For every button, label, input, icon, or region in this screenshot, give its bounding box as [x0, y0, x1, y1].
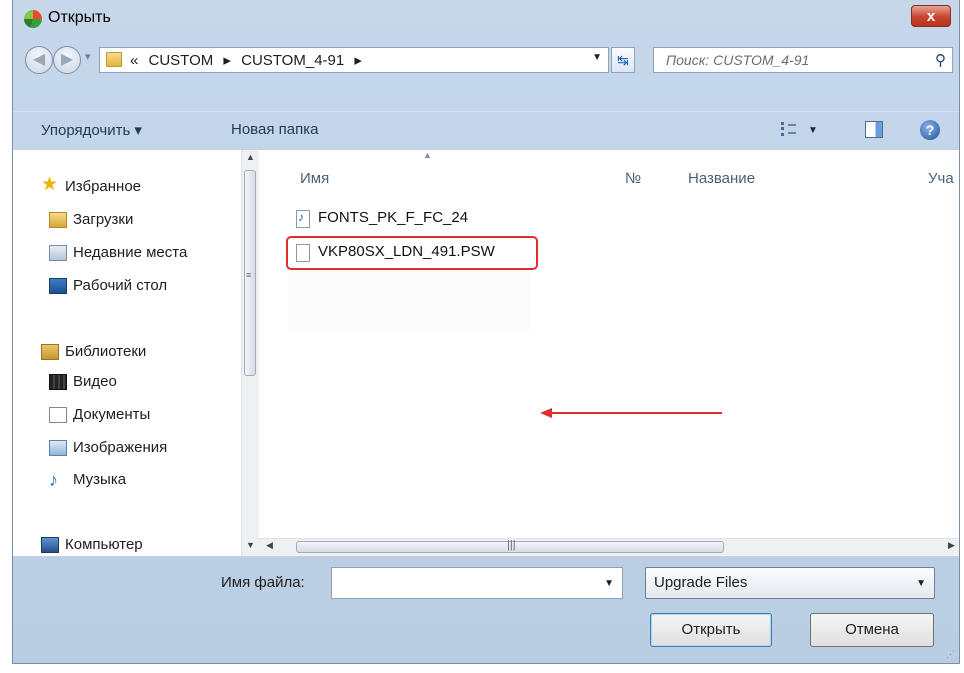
star-icon: ★ [41, 174, 59, 195]
scroll-thumb[interactable]: ||| [296, 539, 724, 553]
views-icon[interactable] [781, 122, 796, 136]
breadcrumb-item-custom-4-91[interactable]: CUSTOM_4-91 [241, 52, 344, 69]
nav-label: Рабочий стол [73, 277, 168, 294]
desktop-icon [49, 278, 67, 294]
nav-label: Музыка [73, 471, 127, 488]
chevron-down-icon: ▼ [916, 578, 926, 589]
highlight-box [286, 236, 538, 270]
resize-grip-icon[interactable]: ⋰ [946, 649, 955, 660]
column-header-title[interactable]: Название [688, 170, 755, 187]
command-toolbar: Упорядочить ▾ Новая папка ▼ ? [13, 111, 959, 150]
sort-ascending-icon: ▲ [423, 150, 432, 160]
search-input[interactable]: Поиск: CUSTOM_4-91 ⚲ [653, 47, 953, 73]
recent-pages-dropdown[interactable]: ▾ [85, 50, 91, 63]
breadcrumb-separator[interactable]: ▸ [354, 52, 362, 69]
file-name: FONTS_PK_F_FC_24 [318, 209, 469, 226]
file-list: Имя ▲ № Название Уча FONTS_PK_F_FC_24 VK… [258, 150, 959, 556]
grip-icon: ≡ [246, 270, 252, 280]
horizontal-scrollbar[interactable]: ◀ ||| ▶ [258, 538, 959, 556]
library-icon [41, 344, 59, 360]
breadcrumb-item-custom[interactable]: CUSTOM [149, 52, 214, 69]
scroll-up-icon[interactable]: ▲ [246, 152, 255, 162]
red-arrow-annotation [540, 408, 722, 418]
chevron-down-icon[interactable]: ▼ [808, 125, 818, 136]
navigation-pane: ★ Избранное Загрузки Недавние места Рабо… [13, 150, 241, 556]
folder-icon [49, 212, 67, 228]
video-icon [49, 374, 67, 390]
nav-label: Видео [73, 373, 117, 390]
breadcrumb-overflow[interactable]: « [130, 52, 138, 69]
nav-label: Загрузки [73, 211, 134, 228]
document-icon [49, 407, 67, 423]
file-type-select[interactable]: Upgrade Files ▼ [645, 567, 935, 599]
help-icon[interactable]: ? [920, 120, 940, 140]
folder-icon [106, 52, 122, 67]
scroll-down-icon[interactable]: ▼ [246, 540, 255, 550]
window-title: Открыть [48, 9, 111, 26]
cancel-button[interactable]: Отмена [810, 613, 934, 647]
chevron-down-icon[interactable]: ▼ [604, 578, 614, 589]
grip-icon: ||| [507, 539, 516, 551]
breadcrumb-separator[interactable]: ▸ [223, 52, 231, 69]
nav-scrollbar[interactable]: ▲ ≡ ▼ [241, 150, 259, 556]
nav-label: Изображения [73, 439, 168, 456]
refresh-button[interactable]: ↹ [611, 47, 635, 73]
breadcrumb: « CUSTOM ▸ CUSTOM_4-91 ▸ [130, 51, 368, 69]
selection-shadow [288, 270, 530, 332]
organize-button[interactable]: Упорядочить ▾ [41, 121, 142, 139]
preview-pane-icon[interactable] [865, 121, 883, 138]
computer-icon [41, 537, 59, 553]
filename-input[interactable]: ▼ [331, 567, 623, 599]
nav-label: Недавние места [73, 244, 188, 261]
image-icon [49, 440, 67, 456]
sound-file-icon [296, 210, 310, 228]
forward-button[interactable]: ▶ [53, 46, 81, 74]
filename-label: Имя файла: [221, 574, 305, 591]
scroll-right-icon[interactable]: ▶ [948, 540, 955, 551]
back-button[interactable]: ◀ [25, 46, 53, 74]
column-header-name[interactable]: Имя [300, 170, 329, 187]
column-label: Имя [300, 170, 330, 187]
address-bar[interactable]: « CUSTOM ▸ CUSTOM_4-91 ▸ ▼ [99, 47, 609, 73]
new-folder-button[interactable]: Новая папка [231, 121, 318, 138]
recent-places-icon [49, 245, 67, 261]
app-icon [24, 10, 42, 28]
dialog-footer: Имя файла: ▼ Upgrade Files ▼ Открыть Отм… [13, 556, 959, 664]
close-button[interactable]: x [911, 5, 951, 27]
scroll-left-icon[interactable]: ◀ [266, 540, 273, 551]
open-button[interactable]: Открыть [650, 613, 772, 647]
browser-area: ★ Избранное Загрузки Недавние места Рабо… [13, 149, 959, 557]
nav-label: Библиотеки [65, 343, 147, 360]
music-icon: ♪ [49, 470, 58, 490]
search-placeholder: Поиск: CUSTOM_4-91 [666, 52, 810, 68]
chevron-down-icon[interactable]: ▼ [592, 52, 602, 63]
open-file-dialog: Открыть x ◀ ▶ ▾ « CUSTOM ▸ CUSTOM_4-91 ▸… [12, 0, 960, 664]
column-header-number[interactable]: № [625, 170, 641, 187]
search-icon[interactable]: ⚲ [935, 51, 946, 69]
column-header-participants[interactable]: Уча [928, 170, 954, 187]
file-type-value: Upgrade Files [654, 574, 748, 591]
nav-label: Документы [73, 406, 151, 423]
title-bar: Открыть x [13, 0, 959, 38]
address-row: ◀ ▶ ▾ « CUSTOM ▸ CUSTOM_4-91 ▸ ▼ ↹ Поиск… [13, 40, 959, 78]
nav-label: Избранное [65, 178, 142, 195]
nav-label: Компьютер [65, 536, 143, 553]
